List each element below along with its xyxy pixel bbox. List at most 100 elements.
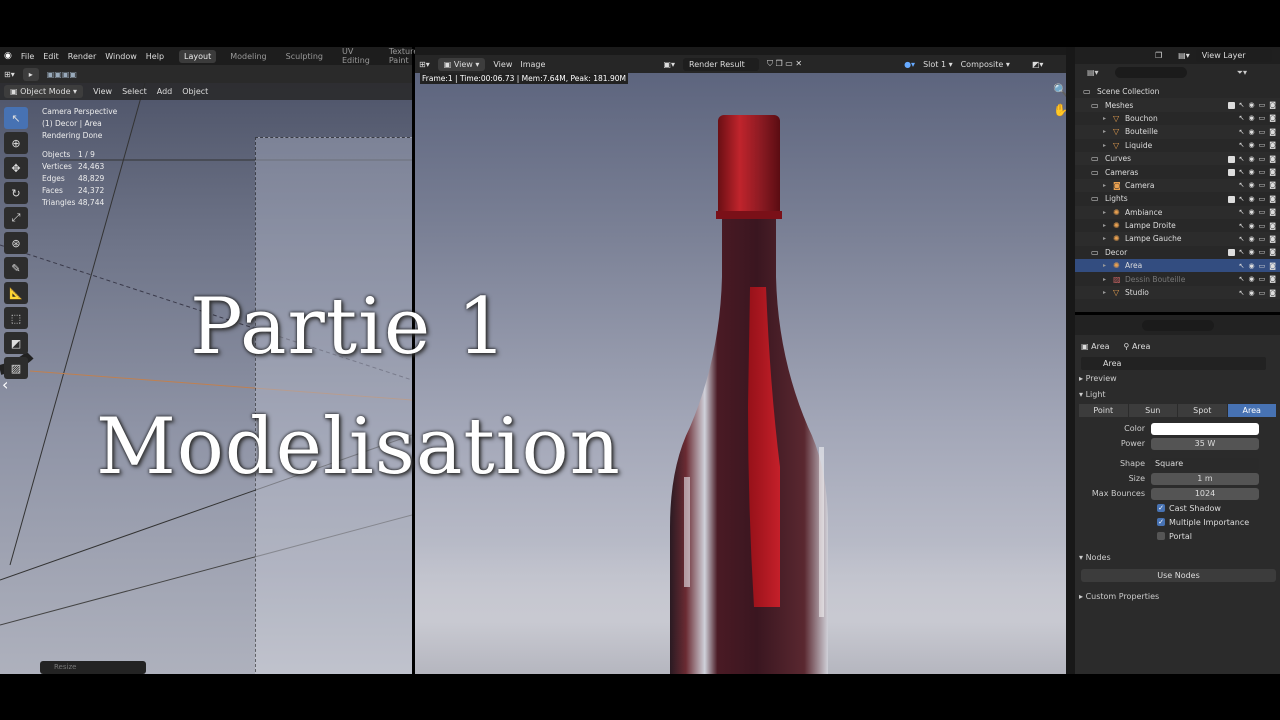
transform-tool-icon[interactable]: ⊛ [4,232,28,254]
outliner-row[interactable]: ▭ Decor ↖ ◉ ▭ ◙ [1075,246,1280,259]
annotate-tool-icon[interactable]: ✎ [4,257,28,279]
outliner-row[interactable]: ▸ ✺ Lampe Gauche ↖ ◉ ▭ ◙ [1075,232,1280,246]
outliner-row[interactable]: ▸ ◙ Camera ↖ ◉ ▭ ◙ [1075,178,1280,193]
left-arrow-icon[interactable]: ‹ [2,375,8,394]
extra-tool-icon[interactable]: ◩ [4,332,28,354]
expand-arrow-icon[interactable]: ▸ [1103,262,1106,269]
editor-type-icon[interactable]: ⊞▾ [419,60,430,69]
viewport-menu-object[interactable]: Object [182,87,208,96]
select-toggle-icon[interactable]: ↖ [1239,101,1245,109]
workspace-tab-layout[interactable]: Layout [179,49,217,63]
select-toggle-icon[interactable]: ↖ [1239,289,1245,297]
eye-icon[interactable]: ◉ [1248,262,1254,270]
visibility-toggles[interactable]: ↖ ◉ ▭ ◙ [1227,155,1276,163]
select-tool-icon[interactable]: ↖ [4,107,28,129]
workspace-tab-modeling[interactable]: Modeling [225,50,271,63]
render-toggle-icon[interactable]: ◙ [1269,141,1276,149]
power-field[interactable]: 35 W [1151,437,1259,450]
layer-dropdown[interactable]: Composite ▾ [961,60,1010,69]
render-toggle-icon[interactable]: ◙ [1269,275,1276,283]
outliner-search-input[interactable] [1114,67,1187,78]
expand-arrow-icon[interactable]: ▸ [1103,142,1106,149]
image-actions-icons[interactable]: ⛉ ❐ ▭ ✕ [767,59,802,69]
multiple-importance-checkbox[interactable]: ✓ Multiple Importance [1075,515,1280,529]
render-toggle-icon[interactable]: ◙ [1269,155,1276,163]
panel-light[interactable]: ▾ Light [1075,386,1280,402]
render-toggle-icon[interactable]: ◙ [1269,262,1276,270]
select-toggle-icon[interactable]: ↖ [1239,248,1245,256]
eye-icon[interactable]: ◉ [1248,248,1254,256]
render-toggle-icon[interactable]: ◙ [1269,195,1276,203]
visibility-toggles[interactable]: ↖ ◉ ▭ ◙ [1239,222,1276,230]
panel-nodes[interactable]: ▾ Nodes [1075,549,1280,565]
area-divider[interactable] [1066,47,1075,674]
use-nodes-button[interactable]: Use Nodes [1081,569,1276,582]
select-toggle-icon[interactable]: ↖ [1239,275,1245,283]
expand-arrow-icon[interactable]: ▸ [1103,222,1106,229]
viewport-toggle-icon[interactable]: ▭ [1259,262,1266,270]
eye-icon[interactable]: ◉ [1248,275,1254,283]
eye-icon[interactable]: ◉ [1248,141,1254,149]
outliner-row[interactable]: ▸ ✺ Area ↖ ◉ ▭ ◙ [1075,259,1280,273]
eye-icon[interactable]: ◉ [1248,101,1254,109]
slot-dropdown[interactable]: Slot 1 ▾ [923,60,953,69]
cursor-tool-icon[interactable]: ⊕ [4,132,28,154]
select-toggle-icon[interactable]: ↖ [1239,262,1245,270]
viewport-toggle-icon[interactable]: ▭ [1259,248,1266,256]
outliner-row[interactable]: ▸ ▽ Bouchon ↖ ◉ ▭ ◙ [1075,112,1280,125]
outliner-row[interactable]: ▸ ▽ Studio ↖ ◉ ▭ ◙ [1075,285,1280,300]
exclude-checkbox[interactable] [1227,169,1235,177]
size-field[interactable]: 1 m [1151,472,1259,485]
menu-file[interactable]: File [21,52,34,61]
image-editor[interactable]: ⊞▾ ▣ View ▾ View Image ▣▾ Render Result … [415,47,1073,674]
eye-icon[interactable]: ◉ [1248,195,1254,203]
exclude-checkbox[interactable] [1227,155,1235,163]
portal-checkbox[interactable]: Portal [1075,529,1280,543]
eye-icon[interactable]: ◉ [1248,235,1254,243]
eye-icon[interactable]: ◉ [1248,181,1254,189]
outliner-row[interactable]: ▸ ✺ Ambiance ↖ ◉ ▭ ◙ [1075,205,1280,219]
workspace-tab-sculpting[interactable]: Sculpting [281,50,328,63]
viewport-toggle-icon[interactable]: ▭ [1259,101,1266,109]
select-toggle-icon[interactable]: ↖ [1239,235,1245,243]
selection-mode-buttons[interactable]: ▣▣▣▣ [47,70,77,79]
scale-tool-icon[interactable]: ⤢ [4,207,28,229]
cast-shadow-checkbox[interactable]: ✓ Cast Shadow [1075,501,1280,515]
eye-icon[interactable]: ◉ [1248,114,1254,122]
shape-dropdown[interactable]: Square [1151,457,1259,470]
visibility-toggles[interactable]: ↖ ◉ ▭ ◙ [1227,101,1276,110]
light-datablock-field[interactable]: Area [1081,357,1266,370]
render-toggle-icon[interactable]: ◙ [1269,114,1276,122]
select-toggle-icon[interactable]: ↖ [1239,155,1245,163]
expand-arrow-icon[interactable]: ▸ [1103,209,1106,216]
add-cube-tool-icon[interactable]: ⬚ [4,307,28,329]
render-toggle-icon[interactable]: ◙ [1269,248,1276,256]
viewport-toggle-icon[interactable]: ▭ [1259,155,1266,163]
render-toggle-icon[interactable]: ◙ [1269,101,1276,109]
select-toggle-icon[interactable]: ↖ [1239,181,1245,189]
eye-icon[interactable]: ◉ [1248,155,1254,163]
light-type-area[interactable]: Area [1227,404,1276,417]
resize-operator-panel[interactable]: Resize [40,661,146,674]
outliner-row[interactable]: ▸ ▨ Dessin Bouteille ↖ ◉ ▭ ◙ [1075,272,1280,285]
color-swatch[interactable] [1151,422,1259,435]
expand-arrow-icon[interactable]: ▸ [1103,115,1106,122]
expand-arrow-icon[interactable]: ▸ [1103,289,1106,296]
viewport-toggle-icon[interactable]: ▭ [1259,195,1266,203]
visibility-toggles[interactable]: ↖ ◉ ▭ ◙ [1239,114,1276,122]
display-channels-icon[interactable]: ◩▾ [1032,60,1044,69]
outliner-row[interactable]: ▸ ✺ Lampe Droite ↖ ◉ ▭ ◙ [1075,219,1280,232]
menu-render[interactable]: Render [68,52,96,61]
light-type-sun[interactable]: Sun [1128,404,1177,417]
render-toggle-icon[interactable]: ◙ [1269,128,1276,136]
visibility-toggles[interactable]: ↖ ◉ ▭ ◙ [1239,141,1276,149]
pin-icon[interactable]: ●▾ [904,60,915,69]
view-layer-field[interactable]: View Layer [1195,49,1272,62]
visibility-toggles[interactable]: ↖ ◉ ▭ ◙ [1227,168,1276,177]
panel-custom-properties[interactable]: ▸ Custom Properties [1075,588,1280,604]
outliner-row[interactable]: ▭ Scene Collection [1075,85,1280,98]
eye-icon[interactable]: ◉ [1248,128,1254,136]
viewport-menu-add[interactable]: Add [157,87,173,96]
eye-icon[interactable]: ◉ [1248,208,1254,216]
viewport-toggle-icon[interactable]: ▭ [1259,235,1266,243]
